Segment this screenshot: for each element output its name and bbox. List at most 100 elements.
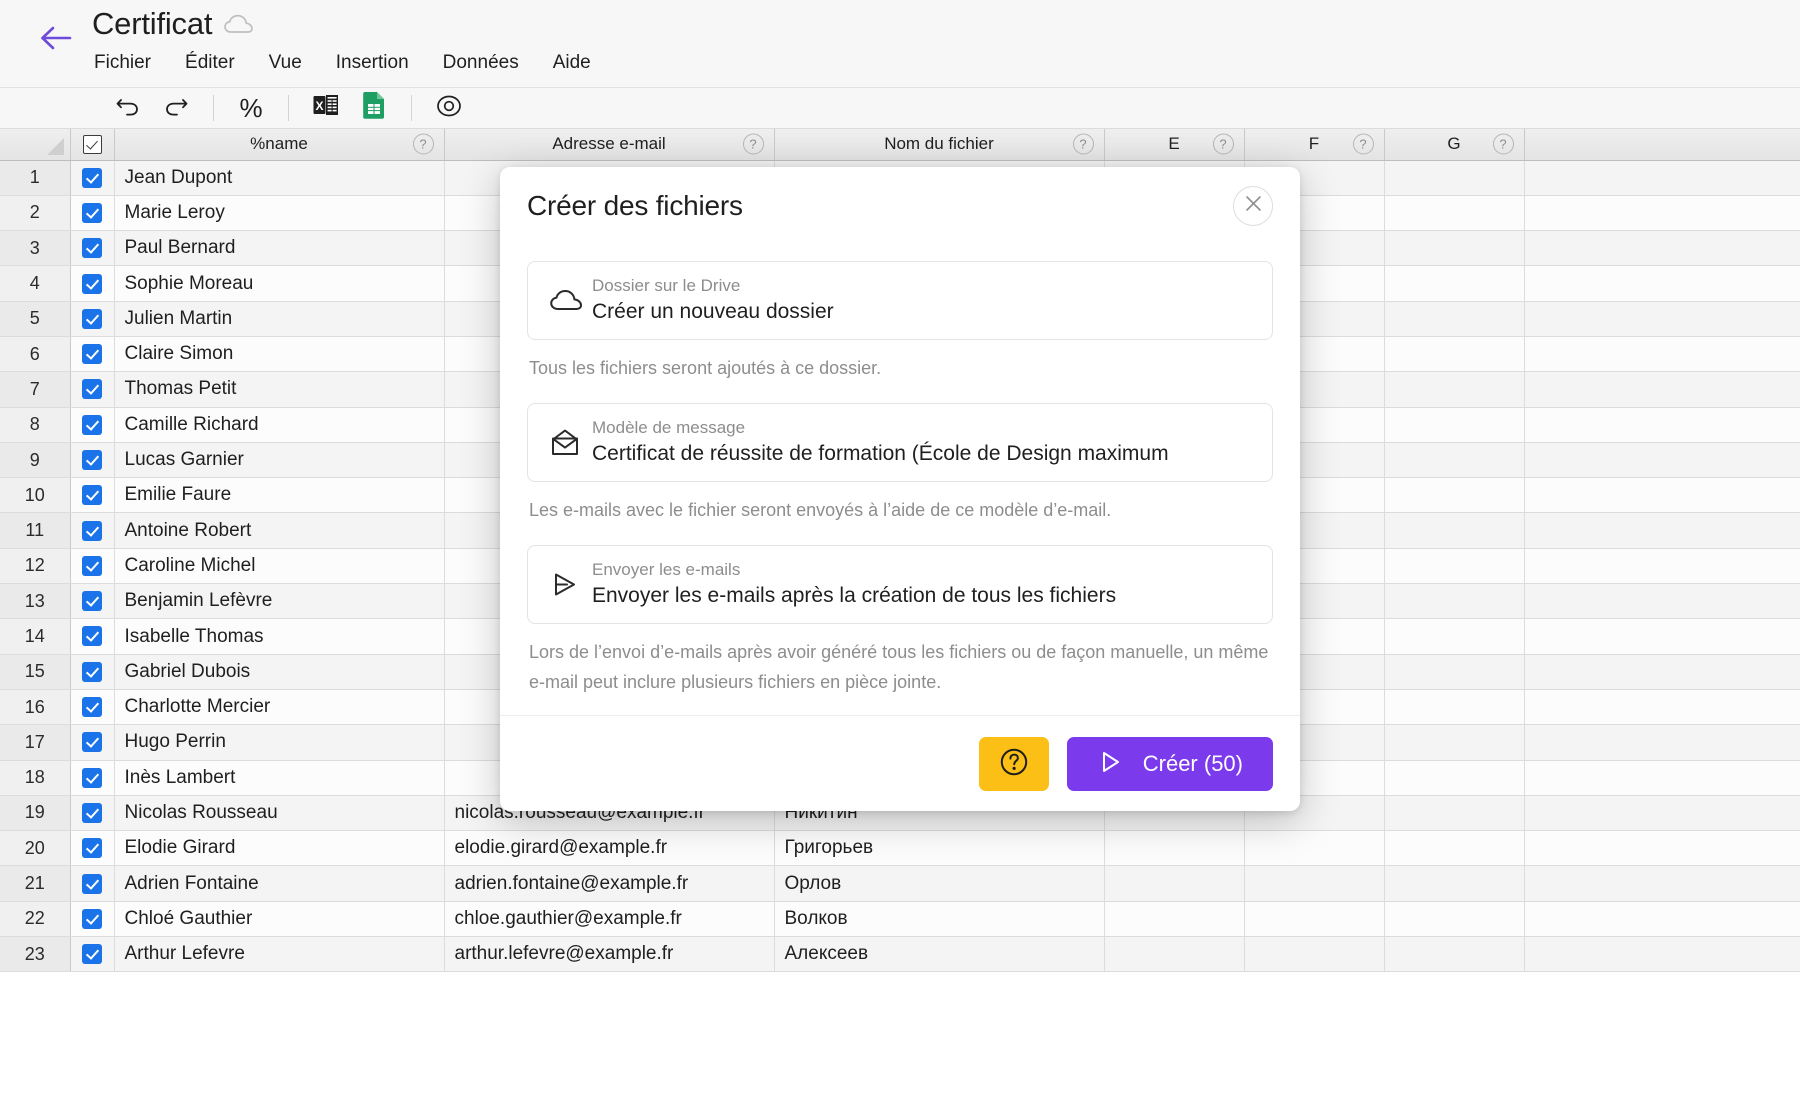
column-header-e[interactable]: E ? <box>1104 129 1245 161</box>
cell-g[interactable] <box>1384 265 1525 302</box>
row-number[interactable]: 15 <box>0 654 71 690</box>
column-header-filename[interactable]: Nom du fichier ? <box>774 129 1105 161</box>
cell-e[interactable] <box>1104 865 1245 902</box>
cell-g[interactable] <box>1384 618 1525 655</box>
row-number[interactable]: 6 <box>0 336 71 373</box>
row-checkbox-cell[interactable] <box>70 689 115 726</box>
cell-h[interactable] <box>1524 548 1800 585</box>
row-number[interactable]: 20 <box>0 830 71 867</box>
row-number[interactable]: 5 <box>0 301 71 337</box>
cell-name[interactable]: Benjamin Lefèvre <box>114 583 445 620</box>
cell-g[interactable] <box>1384 336 1525 373</box>
cell-h[interactable] <box>1524 371 1800 408</box>
row-checkbox-cell[interactable] <box>70 830 115 867</box>
row-checkbox-icon[interactable] <box>82 379 102 400</box>
row-checkbox-icon[interactable] <box>82 238 102 259</box>
select-all-checkbox-icon[interactable] <box>82 135 102 155</box>
cell-f[interactable] <box>1244 936 1385 973</box>
cell-email[interactable]: elodie.girard@example.fr <box>444 830 775 867</box>
cell-h[interactable] <box>1524 654 1800 690</box>
row-checkbox-cell[interactable] <box>70 371 115 408</box>
help-button[interactable] <box>978 736 1049 791</box>
cell-h[interactable] <box>1524 760 1800 796</box>
row-checkbox-icon[interactable] <box>82 838 102 859</box>
cell-name[interactable]: Nicolas Rousseau <box>114 795 445 832</box>
cell-h[interactable] <box>1524 336 1800 373</box>
cell-filename[interactable]: Григорьев <box>774 830 1105 867</box>
row-checkbox-cell[interactable] <box>70 901 115 938</box>
row-checkbox-icon[interactable] <box>82 273 102 294</box>
cell-h[interactable] <box>1524 583 1800 620</box>
cell-name[interactable]: Charlotte Mercier <box>114 689 445 726</box>
column-header-name[interactable]: %name ? <box>114 129 445 161</box>
cell-name[interactable]: Sophie Moreau <box>114 265 445 302</box>
undo-button[interactable] <box>104 90 152 126</box>
row-number[interactable]: 23 <box>0 936 71 973</box>
row-checkbox-icon[interactable] <box>82 661 102 682</box>
cell-filename[interactable]: Волков <box>774 901 1105 938</box>
row-checkbox-cell[interactable] <box>70 442 115 479</box>
cell-h[interactable] <box>1524 230 1800 267</box>
cell-e[interactable] <box>1104 936 1245 973</box>
row-number[interactable]: 8 <box>0 407 71 443</box>
cell-g[interactable] <box>1384 160 1525 196</box>
row-checkbox-cell[interactable] <box>70 160 115 196</box>
row-checkbox-icon[interactable] <box>82 908 102 929</box>
column-help-icon[interactable]: ? <box>742 133 764 155</box>
row-checkbox-icon[interactable] <box>82 167 102 188</box>
cell-g[interactable] <box>1384 830 1525 867</box>
row-checkbox-icon[interactable] <box>82 732 102 753</box>
row-checkbox-icon[interactable] <box>82 202 102 223</box>
column-help-icon[interactable]: ? <box>1212 133 1234 155</box>
cell-g[interactable] <box>1384 689 1525 726</box>
create-button[interactable]: Créer (50) <box>1066 736 1273 791</box>
row-checkbox-cell[interactable] <box>70 301 115 337</box>
row-checkbox-cell[interactable] <box>70 477 115 514</box>
cell-h[interactable] <box>1524 936 1800 973</box>
header-checkbox-cell[interactable] <box>70 129 115 161</box>
menu-item-donnees[interactable]: Données <box>441 50 521 76</box>
cell-g[interactable] <box>1384 512 1525 549</box>
cell-h[interactable] <box>1524 724 1800 761</box>
cell-name[interactable]: Adrien Fontaine <box>114 865 445 902</box>
cell-name[interactable]: Emilie Faure <box>114 477 445 514</box>
export-excel-button[interactable]: X <box>302 90 350 126</box>
cell-g[interactable] <box>1384 371 1525 408</box>
menu-item-aide[interactable]: Aide <box>551 50 593 76</box>
cell-f[interactable] <box>1244 901 1385 938</box>
column-help-icon[interactable]: ? <box>1072 133 1094 155</box>
cell-name[interactable]: Claire Simon <box>114 336 445 373</box>
message-template-field[interactable]: Modèle de message Certificat de réussite… <box>527 403 1273 482</box>
column-header-f[interactable]: F ? <box>1244 129 1385 161</box>
row-checkbox-icon[interactable] <box>82 485 102 506</box>
column-header-email[interactable]: Adresse e-mail ? <box>444 129 775 161</box>
back-button[interactable] <box>28 10 84 66</box>
row-checkbox-cell[interactable] <box>70 724 115 761</box>
row-number[interactable]: 19 <box>0 795 71 832</box>
row-checkbox-cell[interactable] <box>70 230 115 267</box>
cell-name[interactable]: Inès Lambert <box>114 760 445 796</box>
cell-h[interactable] <box>1524 195 1800 232</box>
cell-email[interactable]: adrien.fontaine@example.fr <box>444 865 775 902</box>
cell-name[interactable]: Elodie Girard <box>114 830 445 867</box>
percent-format-button[interactable]: % <box>227 90 275 126</box>
cell-f[interactable] <box>1244 865 1385 902</box>
cell-name[interactable]: Gabriel Dubois <box>114 654 445 690</box>
cell-name[interactable]: Marie Leroy <box>114 195 445 232</box>
row-checkbox-icon[interactable] <box>82 873 102 894</box>
row-checkbox-icon[interactable] <box>82 555 102 576</box>
cell-name[interactable]: Isabelle Thomas <box>114 618 445 655</box>
close-button[interactable] <box>1233 186 1273 226</box>
document-title[interactable]: Certificat <box>92 4 213 44</box>
table-row[interactable]: 21 Adrien Fontaine adrien.fontaine@example… <box>0 865 1800 902</box>
cell-name[interactable]: Lucas Garnier <box>114 442 445 479</box>
row-number[interactable]: 13 <box>0 583 71 620</box>
row-checkbox-cell[interactable] <box>70 936 115 973</box>
cell-g[interactable] <box>1384 760 1525 796</box>
column-help-icon[interactable]: ? <box>1492 133 1514 155</box>
row-checkbox-icon[interactable] <box>82 450 102 470</box>
cell-email[interactable]: arthur.lefevre@example.fr <box>444 936 775 973</box>
row-number[interactable]: 18 <box>0 760 71 796</box>
preview-button[interactable] <box>425 90 473 126</box>
row-checkbox-cell[interactable] <box>70 760 115 796</box>
